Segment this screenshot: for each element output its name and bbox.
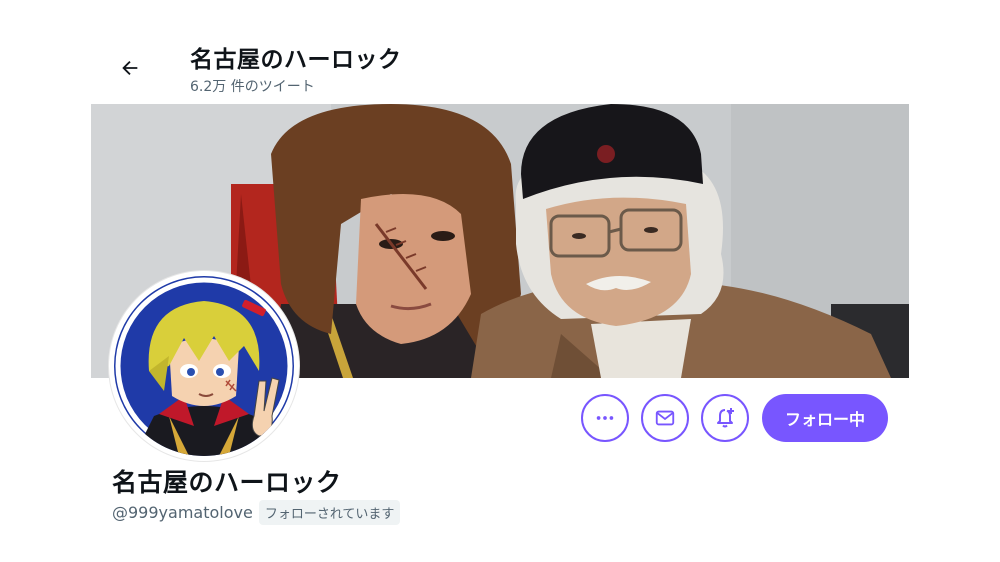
user-handle: @999yamatolove — [112, 503, 253, 522]
tweet-count: 6.2万 件のツイート — [190, 79, 315, 95]
follows-you-badge: フォローされています — [258, 500, 401, 525]
following-button[interactable]: フォロー中 — [762, 394, 888, 442]
arrow-left-icon — [122, 60, 138, 76]
message-button[interactable] — [641, 394, 689, 442]
notifications-button[interactable] — [701, 394, 749, 442]
envelope-icon — [655, 410, 675, 426]
more-button[interactable] — [581, 394, 629, 442]
more-dots-icon — [596, 416, 614, 420]
back-button[interactable] — [112, 50, 148, 86]
profile-header: 名古屋のハーロック 6.2万 件のツイート — [0, 0, 1000, 104]
handle-row: @999yamatolove フォローされています — [112, 500, 401, 525]
bell-plus-icon — [717, 408, 734, 428]
profile-avatar[interactable] — [109, 271, 299, 461]
display-name: 名古屋のハーロック — [112, 468, 342, 497]
header-title: 名古屋のハーロック — [190, 47, 402, 73]
